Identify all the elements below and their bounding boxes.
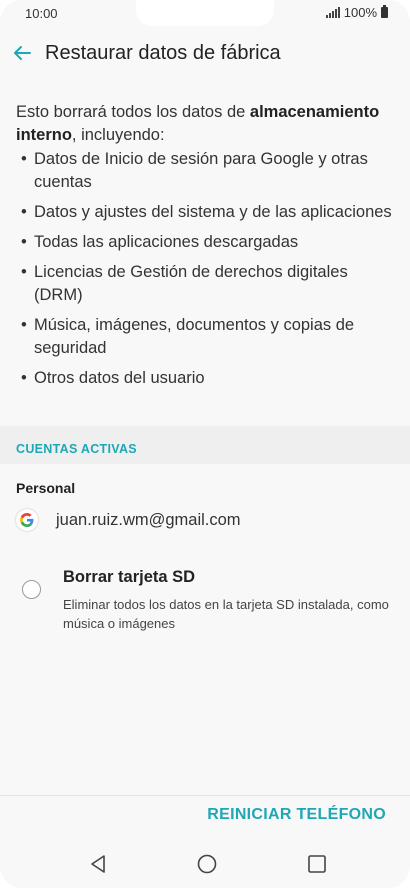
camera-notch [136, 0, 274, 26]
list-item: Datos y ajustes del sistema y de las apl… [16, 201, 400, 224]
description-text: Esto borrará todos los datos de almacena… [16, 101, 400, 147]
home-circle-icon[interactable] [195, 852, 219, 876]
google-logo-icon [20, 513, 34, 527]
section-title: CUENTAS ACTIVAS [16, 442, 137, 456]
list-item: Música, imágenes, documentos y copias de… [16, 314, 400, 360]
phone-screen: 10:00 100% Restaurar datos de fábrica Es… [0, 0, 410, 888]
arrow-left-icon[interactable] [10, 41, 34, 65]
navigation-bar [0, 838, 410, 888]
data-list: Datos de Inicio de sesión para Google y … [16, 148, 400, 390]
list-item: Otros datos del usuario [16, 367, 400, 390]
battery-icon [381, 5, 388, 18]
description-suffix: , incluyendo: [71, 126, 165, 144]
account-email: juan.ruiz.wm@gmail.com [56, 510, 241, 529]
erase-sd-option[interactable]: Borrar tarjeta SD Eliminar todos los dat… [0, 560, 410, 631]
status-bar: 10:00 100% [0, 0, 410, 26]
description-block: Esto borrará todos los datos de almacena… [16, 101, 400, 397]
section-header-accounts: CUENTAS ACTIVAS [0, 426, 410, 464]
account-row: juan.ruiz.wm@gmail.com [16, 506, 241, 534]
description-prefix: Esto borrará todos los datos de [16, 103, 250, 121]
erase-sd-description: Eliminar todos los datos en la tarjeta S… [63, 597, 389, 631]
signal-icon [325, 7, 340, 18]
status-indicators: 100% [325, 5, 388, 20]
google-icon [16, 509, 38, 531]
list-item: Licencias de Gestión de derechos digital… [16, 261, 400, 307]
back-triangle-icon[interactable] [86, 852, 110, 876]
page-title: Restaurar datos de fábrica [45, 42, 281, 64]
reset-phone-button[interactable]: REINICIAR TELÉFONO [207, 806, 386, 824]
list-item: Datos de Inicio de sesión para Google y … [16, 148, 400, 194]
recents-square-icon[interactable] [305, 852, 329, 876]
account-group-label: Personal [16, 480, 76, 496]
battery-percentage: 100% [343, 5, 377, 20]
erase-sd-title: Borrar tarjeta SD [63, 568, 196, 586]
divider [0, 795, 410, 796]
app-header: Restaurar datos de fábrica [0, 26, 410, 82]
list-item: Todas las aplicaciones descargadas [16, 231, 400, 254]
erase-sd-radio[interactable] [22, 580, 41, 599]
status-time: 10:00 [25, 6, 58, 21]
